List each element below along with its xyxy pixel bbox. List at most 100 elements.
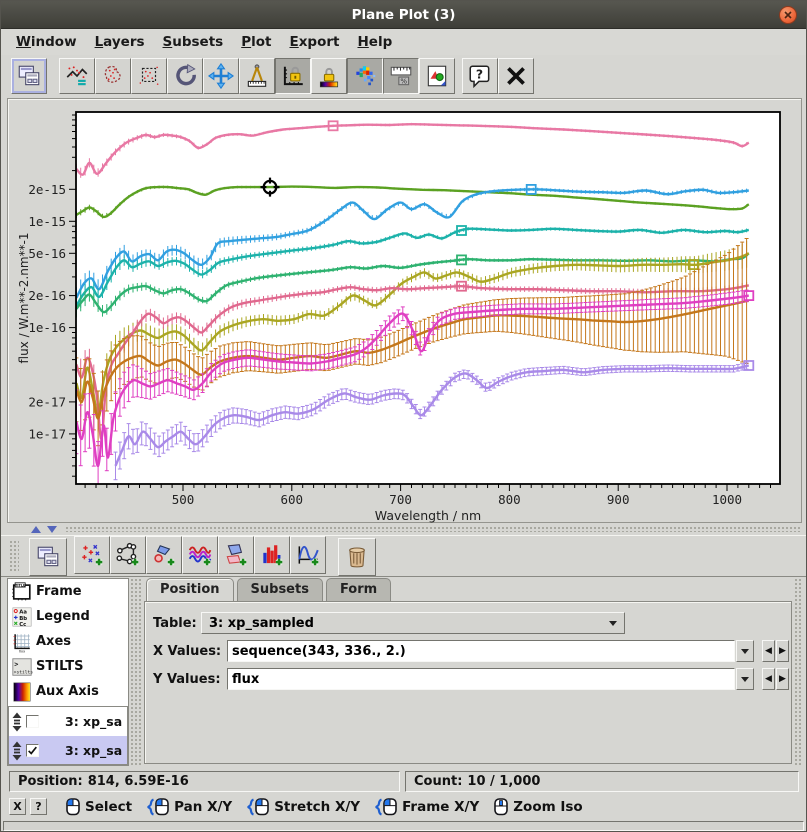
svg-text:Wavelength / nm: Wavelength / nm: [375, 508, 481, 523]
measure-distance-button[interactable]: [239, 58, 275, 94]
axes-icon: ñxx: [11, 631, 33, 653]
control-item-frame[interactable]: TITLEFrame: [8, 579, 128, 604]
x-values-prev-button[interactable]: ◀: [762, 640, 775, 662]
y-values-prev-button[interactable]: ◀: [762, 668, 775, 690]
x-values-dropdown-button[interactable]: [736, 640, 754, 662]
reorder-updown-icon[interactable]: [11, 712, 23, 732]
help-button[interactable]: ?: [462, 58, 498, 94]
y-values-next-button[interactable]: ▶: [776, 668, 789, 690]
nav-close-button[interactable]: X: [9, 798, 26, 815]
right-splitter[interactable]: [794, 578, 803, 766]
lock-aux-range-button[interactable]: [311, 58, 347, 94]
nav-gesture-zoom-iso: Zoom Iso: [494, 798, 582, 816]
menu-export[interactable]: Export: [280, 31, 348, 53]
table-select[interactable]: 3: xp_sampled: [201, 612, 625, 634]
svg-text:1e-16: 1e-16: [28, 320, 66, 335]
splitter-up-icon[interactable]: [31, 526, 41, 533]
mouse-icon: [494, 798, 508, 816]
delete-layer-button[interactable]: [338, 538, 376, 576]
plot-canvas[interactable]: 5006007008009001000Wavelength / nm1e-172…: [8, 99, 803, 524]
menu-subsets[interactable]: Subsets: [154, 31, 233, 53]
nav-gesture-stretch-x-y: Stretch X/Y: [247, 798, 360, 816]
svg-text:1e-15: 1e-15: [28, 214, 66, 229]
add-function-layer-button[interactable]: [290, 536, 326, 574]
tab-subsets[interactable]: Subsets: [237, 578, 323, 601]
windows-icon: [35, 544, 61, 570]
aux-icon: [8, 681, 36, 703]
svg-text:2e-16: 2e-16: [28, 288, 66, 303]
table-select-value: 3: xp_sampled: [209, 616, 314, 631]
svg-text:>: >: [14, 660, 18, 668]
x-values-label: X Values:: [153, 644, 221, 659]
add-histogram-layer-button[interactable]: [254, 536, 290, 574]
navigation-pan-button[interactable]: [203, 58, 239, 94]
layer-row-2[interactable]: 3: xp_sa: [9, 736, 127, 765]
trash-icon: [344, 544, 370, 570]
menu-plot[interactable]: Plot: [232, 31, 280, 53]
tab-position[interactable]: Position: [146, 578, 234, 601]
export-plot-button[interactable]: [419, 58, 455, 94]
control-item-axes[interactable]: ñxxAxes: [8, 629, 128, 654]
plot-splitter[interactable]: [7, 524, 802, 534]
y-values-label: Y Values:: [153, 672, 221, 687]
splitter-down-icon[interactable]: [47, 526, 57, 533]
replot-button[interactable]: [167, 58, 203, 94]
dotted-square-icon: [136, 63, 162, 89]
y-values-input[interactable]: flux: [227, 668, 735, 690]
scatter-layer-icon: [42, 712, 62, 732]
svg-text:500: 500: [172, 492, 195, 507]
navigation-help-bar: X ? SelectPan X/YStretch X/YFrame X/YZoo…: [1, 794, 806, 819]
layer-checkbox[interactable]: [26, 744, 39, 757]
main-toolbar: % ?: [1, 55, 806, 98]
blob-subset-button[interactable]: [95, 58, 131, 94]
menu-help[interactable]: Help: [348, 31, 401, 53]
nav-gesture-select: Select: [66, 798, 132, 816]
point-subset-button[interactable]: [131, 58, 167, 94]
window-title: Plane Plot (3): [352, 7, 456, 23]
svg-text:600: 600: [281, 492, 304, 507]
controls-panel: TITLEFrameAaBbCcLegendñxxAxes>>stiltsSTI…: [7, 578, 129, 766]
panel-splitter[interactable]: [130, 578, 142, 766]
add-scatter-layer-button[interactable]: [74, 536, 110, 574]
y-values-dropdown-button[interactable]: [736, 668, 754, 690]
axes-icon: ñxx: [8, 631, 36, 653]
nav-help-button[interactable]: ?: [30, 798, 47, 815]
sketch-frames-button[interactable]: %: [383, 58, 419, 94]
window-controls-button[interactable]: [11, 58, 47, 94]
help-icon: ?: [467, 63, 493, 89]
closex-icon: [503, 63, 529, 89]
layer-checkbox[interactable]: [26, 715, 39, 728]
x-values-next-button[interactable]: ▶: [776, 640, 789, 662]
control-item-stilts[interactable]: >>stiltsSTILTS: [8, 654, 128, 679]
layer-label: 3: xp_sa: [65, 743, 122, 758]
menu-window[interactable]: Window: [7, 31, 86, 53]
plot-window-button[interactable]: [29, 538, 67, 576]
aux-visible-button[interactable]: [347, 58, 383, 94]
tab-form[interactable]: Form: [326, 578, 391, 601]
splitter-bar[interactable]: [65, 526, 800, 532]
axislock-icon: [280, 63, 306, 89]
titlebar-close-button[interactable]: [779, 6, 797, 24]
lock-axes-button[interactable]: [275, 58, 311, 94]
rescale-button[interactable]: [59, 58, 95, 94]
layer-row-1[interactable]: 3: xp_sa: [9, 707, 127, 736]
svg-text:flux / W.m**-2.nm**-1: flux / W.m**-2.nm**-1: [17, 233, 31, 364]
add-link-layer-button[interactable]: [110, 536, 146, 574]
menu-layers[interactable]: Layers: [86, 31, 154, 53]
add-area-layer-button[interactable]: [218, 536, 254, 574]
svg-text:Aa: Aa: [19, 609, 27, 615]
titlebar[interactable]: Plane Plot (3): [1, 1, 806, 29]
control-item-aux-axis[interactable]: Aux Axis: [8, 679, 128, 704]
areaplus-icon: [223, 542, 249, 568]
legend-icon: AaBbCc: [8, 606, 36, 628]
control-item-legend[interactable]: AaBbCcLegend: [8, 604, 128, 629]
add-spectrogram-layer-button[interactable]: [182, 536, 218, 574]
toolbar-drag-handle[interactable]: [9, 540, 19, 573]
reorder-updown-icon[interactable]: [11, 741, 23, 761]
svg-text:1000: 1000: [712, 492, 742, 507]
heatmap-icon: [352, 63, 378, 89]
x-values-input[interactable]: sequence(343, 336., 2.): [227, 640, 735, 662]
markplus-icon: [151, 542, 177, 568]
add-mark-layer-button[interactable]: [146, 536, 182, 574]
close-window-button[interactable]: [498, 58, 534, 94]
